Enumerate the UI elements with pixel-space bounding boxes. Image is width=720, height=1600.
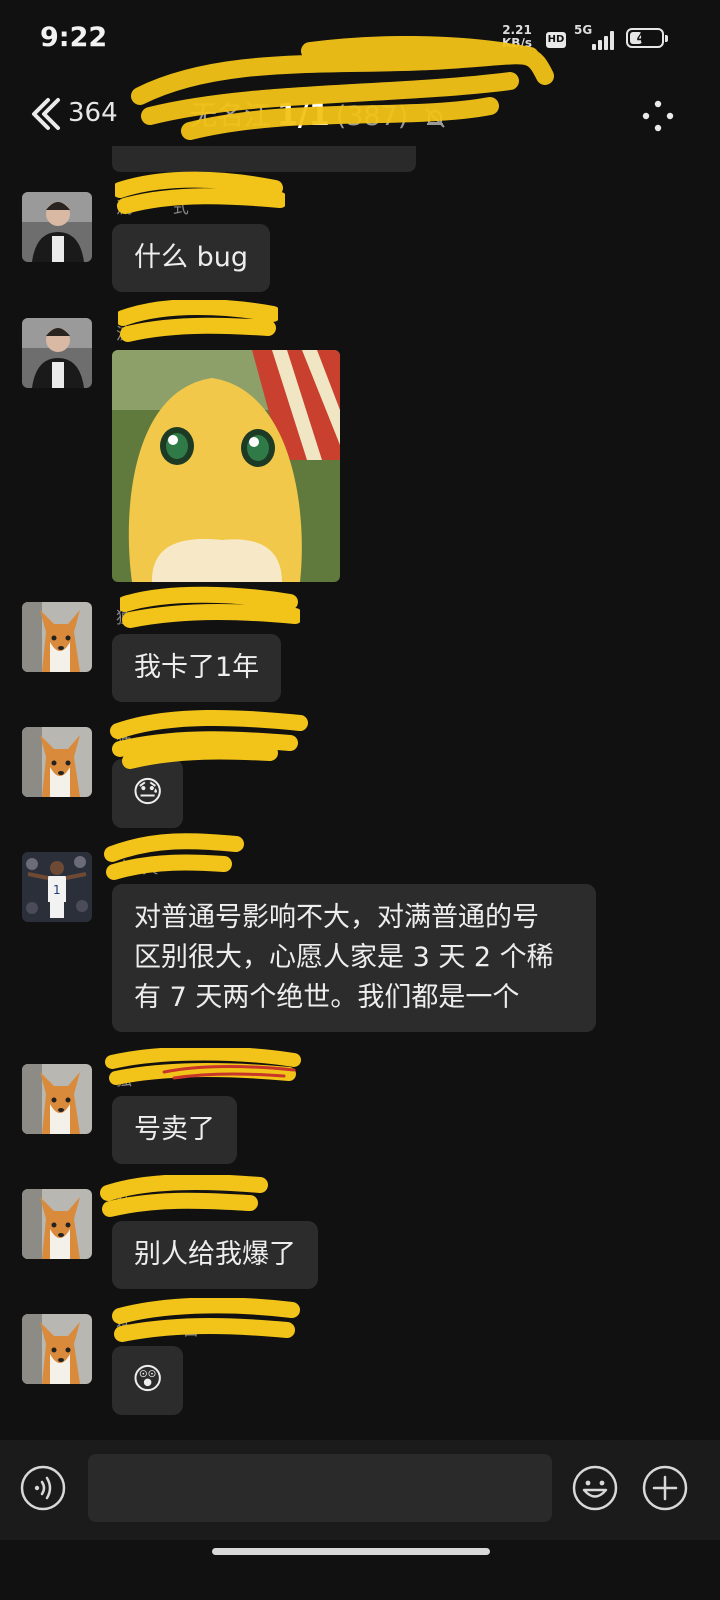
status-bar: 9:22 2.21 KB/s HD 5G 40: [0, 0, 720, 80]
avatar[interactable]: [22, 1189, 92, 1259]
message-bubble[interactable]: 我卡了1年: [112, 634, 282, 702]
message-row: 流 式 什么 bug: [0, 171, 720, 302]
avatar[interactable]: [22, 727, 92, 797]
chat-header: 364 无名江 1/1 (387): [0, 36, 720, 146]
avatar[interactable]: [22, 192, 92, 262]
unread-count: 364: [68, 98, 118, 128]
message-bubble[interactable]: 对普通号影响不大，对满普通的号 区别很大，心愿人家是 3 天 2 个稀 有 7 …: [112, 884, 596, 1032]
message-bubble[interactable]: 别人给我爆了: [112, 1221, 318, 1289]
sender-name: 独: [116, 1070, 133, 1089]
sender-name: 流: [116, 324, 133, 343]
sender-name: 独: [116, 1195, 133, 1214]
network-speed: 2.21 KB/s: [502, 24, 532, 50]
avatar[interactable]: 1: [22, 852, 92, 922]
message-bubble[interactable]: 😲: [112, 1346, 184, 1415]
more-dots-icon[interactable]: [640, 98, 676, 134]
previous-message-bubble: [112, 146, 416, 172]
message-line: 区别很大，心愿人家是 3 天 2 个稀: [134, 942, 554, 973]
message-row: 1 小 天 对普通号影响不大，对满普通的号 区别很大，心愿人家是 3 天 2 个…: [0, 833, 720, 1052]
message-bubble[interactable]: 什么 bug: [112, 224, 270, 292]
network-type: 5G: [574, 23, 593, 37]
shocked-emoji-icon: 😲: [132, 1362, 164, 1397]
network-speed-unit: KB/s: [502, 36, 532, 50]
message-line: 有 7 天两个绝世。我们都是一个: [134, 982, 520, 1013]
voice-icon[interactable]: [20, 1465, 66, 1511]
sweat-emoji-icon: 😓: [132, 775, 164, 810]
status-time: 9:22: [40, 22, 108, 53]
message-row: 独 我卡了1年: [0, 586, 720, 712]
battery-level: 40: [636, 31, 654, 45]
chat-title: 无名江 1/1 (387): [190, 94, 530, 134]
redaction-scribble: [120, 586, 300, 628]
battery-icon: 40: [626, 28, 668, 48]
sender-name: 流 式: [116, 198, 189, 217]
avatar[interactable]: [22, 1314, 92, 1384]
plus-icon[interactable]: [642, 1465, 688, 1511]
emoji-icon[interactable]: [572, 1465, 618, 1511]
sender-name: 独 白: [116, 1320, 199, 1339]
sender-name: 独: [116, 608, 133, 627]
message-row: 流: [0, 300, 720, 588]
image-message[interactable]: [112, 350, 340, 582]
home-indicator[interactable]: [212, 1548, 490, 1555]
chevron-left-icon: [32, 98, 60, 130]
message-row: 独 别人给我爆了: [0, 1175, 720, 1299]
sender-name: 独 白: [116, 733, 199, 752]
message-input[interactable]: [88, 1454, 552, 1522]
input-bar: [0, 1440, 720, 1540]
message-row: 独 白 😲: [0, 1298, 720, 1424]
message-line: 对普通号影响不大，对满普通的号: [134, 902, 539, 933]
avatar[interactable]: [22, 602, 92, 672]
message-row: 独 号卖了: [0, 1048, 720, 1174]
signal-icon: [592, 30, 618, 50]
avatar[interactable]: [22, 1064, 92, 1134]
redaction-scribble: [118, 300, 278, 342]
message-row: 独 白 😓: [0, 709, 720, 837]
svg-text:1: 1: [53, 883, 61, 897]
pager: 1/1: [277, 98, 330, 133]
back-button[interactable]: 364: [28, 94, 138, 134]
bell-off-icon: [425, 107, 445, 128]
hd-badge: HD: [546, 32, 566, 48]
sender-name: 小 天: [116, 858, 159, 877]
redaction-scribble: [105, 1048, 301, 1085]
message-bubble[interactable]: 😓: [112, 759, 184, 828]
chat-title-name: 无名江: [190, 101, 271, 132]
message-bubble[interactable]: 号卖了: [112, 1096, 237, 1164]
chat-area[interactable]: 流 式 什么 bug 流 独 我卡了1年 独 白 😓 1 小 天 对普通号影响不…: [0, 146, 720, 1440]
avatar[interactable]: [22, 318, 92, 388]
member-count: (387): [335, 101, 409, 132]
